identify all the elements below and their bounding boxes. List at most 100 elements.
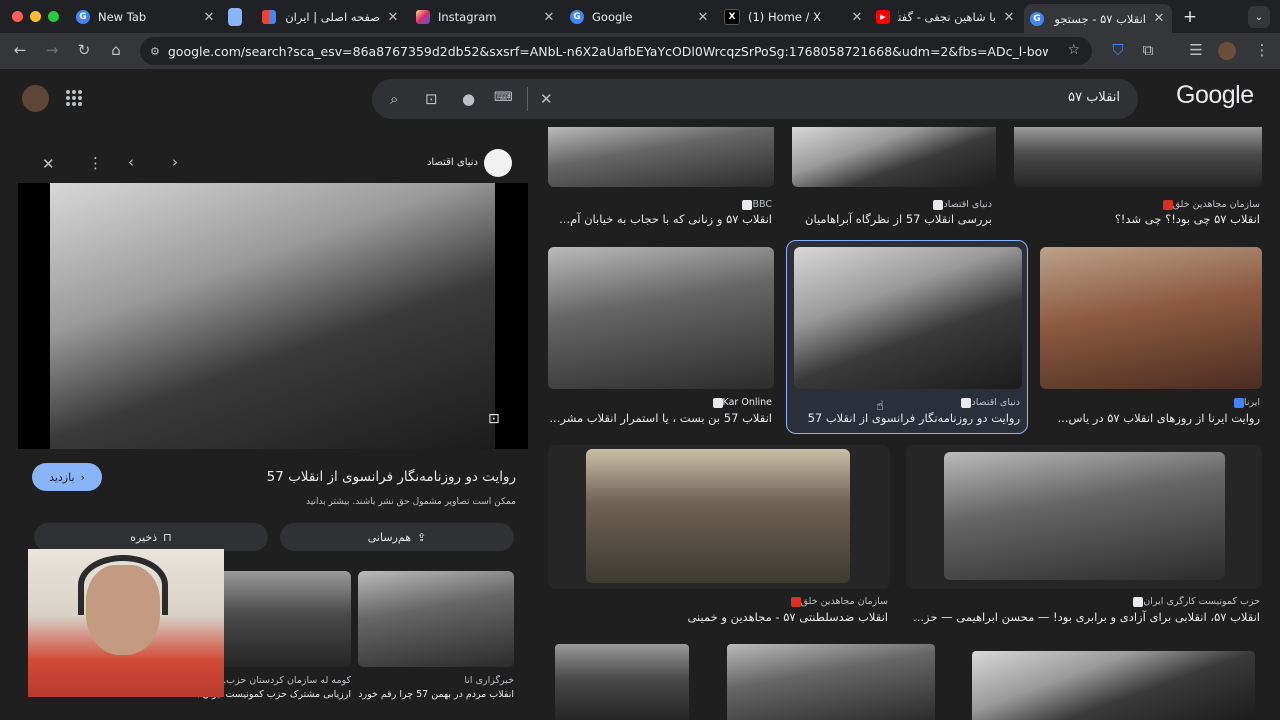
result-image[interactable] (548, 247, 774, 389)
minimize-window-button[interactable] (30, 11, 41, 22)
close-tab-icon[interactable]: ✕ (202, 10, 216, 25)
result-image[interactable] (586, 449, 850, 583)
address-bar[interactable]: ⚙ google.com/search?sca_esv=86a8767359d2… (140, 37, 1092, 65)
youtube-icon: ▶ (876, 10, 890, 24)
share-button[interactable]: هم‌رسانی ⇪ (280, 523, 514, 551)
result-image[interactable] (548, 127, 774, 187)
flag-icon (262, 10, 276, 24)
tab-search-menu-button[interactable]: ⌄ (1248, 6, 1270, 28)
result-source: دنیای اقتصاد (794, 397, 1020, 408)
bbc-icon (742, 199, 753, 210)
result-caption[interactable]: روایت ایرنا از روزهای انقلاب ۵۷ در یاس..… (1040, 411, 1260, 425)
x-icon: X (724, 9, 740, 25)
tab-pinned[interactable] (228, 4, 250, 30)
related-image-1[interactable] (358, 571, 514, 667)
account-avatar[interactable] (22, 85, 49, 112)
close-preview-icon[interactable]: ✕ (42, 155, 55, 173)
image-search-icon[interactable]: ⊡ (425, 90, 438, 108)
app-icon (228, 8, 242, 26)
visit-button[interactable]: بازدید › (32, 463, 102, 491)
tab-title: New Tab (98, 10, 147, 24)
result-caption[interactable]: روایت دو روزنامه‌نگار فرانسوی از انقلاب … (794, 411, 1020, 425)
result-source: سازمان مجاهدین خلق (548, 596, 888, 607)
result-caption[interactable]: انقلاب ضدسلطنتی ۵۷ - مجاهدین و خمینی (548, 610, 888, 624)
result-source: دنیای اقتصاد (792, 199, 992, 210)
close-tab-icon[interactable]: ✕ (1152, 11, 1166, 26)
search-icon[interactable]: ⌕ (390, 90, 398, 108)
next-image-icon[interactable]: › (172, 153, 178, 171)
result-image[interactable] (972, 651, 1255, 720)
site-icon (933, 199, 944, 210)
microphone-icon[interactable]: ● (462, 90, 475, 108)
apps-grid-icon[interactable] (66, 90, 82, 106)
result-caption[interactable]: انقلاب ۵۷ چی بود!؟ چی شد!؟ (1014, 212, 1260, 226)
close-tab-icon[interactable]: ✕ (696, 10, 710, 25)
result-caption[interactable]: انقلاب 57 بن بست ، یا استمرار انقلاب مشر… (548, 411, 772, 425)
menu-kebab-icon[interactable]: ⋮ (1252, 41, 1272, 59)
close-tab-icon[interactable]: ✕ (850, 10, 864, 25)
result-caption[interactable]: بررسی انقلاب 57 از نظرگاه آبراهامیان (792, 212, 992, 226)
save-button[interactable]: ذخیره ⊓ (34, 523, 268, 551)
result-source: Kar Online (548, 397, 772, 408)
home-icon[interactable]: ⌂ (106, 41, 126, 59)
close-tab-icon[interactable]: ✕ (386, 10, 400, 25)
media-control-icon[interactable]: ☰ (1186, 41, 1206, 59)
result-image[interactable] (1014, 127, 1262, 187)
extensions-icon[interactable]: ⧉ (1138, 41, 1158, 59)
close-tab-icon[interactable]: ✕ (542, 10, 556, 25)
search-query[interactable]: انقلاب ۵۷ (1068, 90, 1120, 105)
tab-search-active[interactable]: G انقلاب ۵۷ - جستجو ✕ (1024, 4, 1172, 33)
forward-icon[interactable]: → (42, 41, 62, 59)
result-image[interactable] (944, 452, 1225, 580)
preview-image[interactable]: ⊡ (18, 183, 528, 449)
keyboard-icon[interactable]: ⌨ (494, 90, 513, 105)
search-box[interactable]: ⌕ ⊡ ● ⌨ ✕ انقلاب ۵۷ (372, 79, 1138, 119)
site-icon (961, 397, 972, 408)
tab-new-tab[interactable]: G New Tab ✕ (76, 4, 216, 30)
tab-title: با شاهین نجفی - گفتگ (898, 10, 996, 24)
tab-title: Instagram (438, 10, 497, 24)
extension-shield-icon[interactable]: ⛉ (1108, 41, 1128, 59)
tab-google[interactable]: G Google ✕ (570, 4, 710, 30)
share-label: هم‌رسانی (367, 530, 411, 544)
google-logo[interactable]: Google (1176, 81, 1254, 110)
instagram-icon (416, 10, 430, 24)
browser-toolbar: ← → ↻ ⌂ ⚙ google.com/search?sca_esv=86a8… (0, 33, 1280, 69)
tab-x[interactable]: X (1) Home / X ✕ (724, 4, 864, 30)
preview-photo (50, 183, 495, 449)
tab-iran[interactable]: صفحه اصلی | ایران ا ✕ (262, 4, 400, 30)
lens-icon[interactable]: ⊡ (488, 411, 500, 427)
result-image[interactable] (727, 644, 935, 720)
profile-avatar[interactable] (1218, 42, 1236, 60)
webcam-overlay (28, 549, 224, 697)
preview-source-name[interactable]: دنیای اقتصاد (378, 157, 478, 168)
site-info-icon[interactable]: ⚙ (150, 45, 160, 58)
tab-youtube[interactable]: ▶ با شاهین نجفی - گفتگ ✕ (876, 4, 1016, 30)
result-source: حزب کمونیست کارگری ایران (906, 596, 1260, 607)
visit-label: بازدید (49, 470, 75, 484)
result-caption[interactable]: انقلاب ۵۷ و زنانی که با حجاب به خیابان آ… (548, 212, 772, 226)
previous-image-icon[interactable]: ‹ (128, 153, 134, 171)
tab-title: Google (592, 10, 633, 24)
search-results-page: ⌕ ⊡ ● ⌨ ✕ انقلاب ۵۷ Google ✕ ⋮ ‹ › دنیای… (0, 69, 1280, 720)
mouse-cursor-icon: ☝ (876, 399, 884, 414)
result-caption[interactable]: انقلاب ۵۷، انقلابی برای آزادی و برابری ب… (906, 610, 1260, 624)
maximize-window-button[interactable] (48, 11, 59, 22)
tab-instagram[interactable]: Instagram ✕ (416, 4, 556, 30)
new-tab-button[interactable]: + (1180, 4, 1200, 30)
result-source: ایرنا (1040, 397, 1260, 408)
reload-icon[interactable]: ↻ (74, 41, 94, 59)
copyright-notice[interactable]: ممکن است تصاویر مشمول حق نشر باشند. بیشت… (128, 497, 516, 507)
more-options-icon[interactable]: ⋮ (88, 154, 103, 172)
back-icon[interactable]: ← (10, 41, 30, 59)
bookmark-star-icon[interactable]: ☆ (1067, 42, 1080, 58)
result-image[interactable] (792, 127, 996, 187)
close-window-button[interactable] (12, 11, 23, 22)
clear-search-icon[interactable]: ✕ (540, 90, 553, 108)
related-caption-1[interactable]: انقلاب مردم در بهمن 57 چرا رقم خورد؟ ... (358, 689, 514, 700)
close-tab-icon[interactable]: ✕ (1002, 10, 1016, 25)
google-icon: G (76, 10, 90, 24)
result-image[interactable] (1040, 247, 1262, 389)
result-image[interactable] (555, 644, 689, 720)
result-image[interactable] (794, 247, 1022, 389)
